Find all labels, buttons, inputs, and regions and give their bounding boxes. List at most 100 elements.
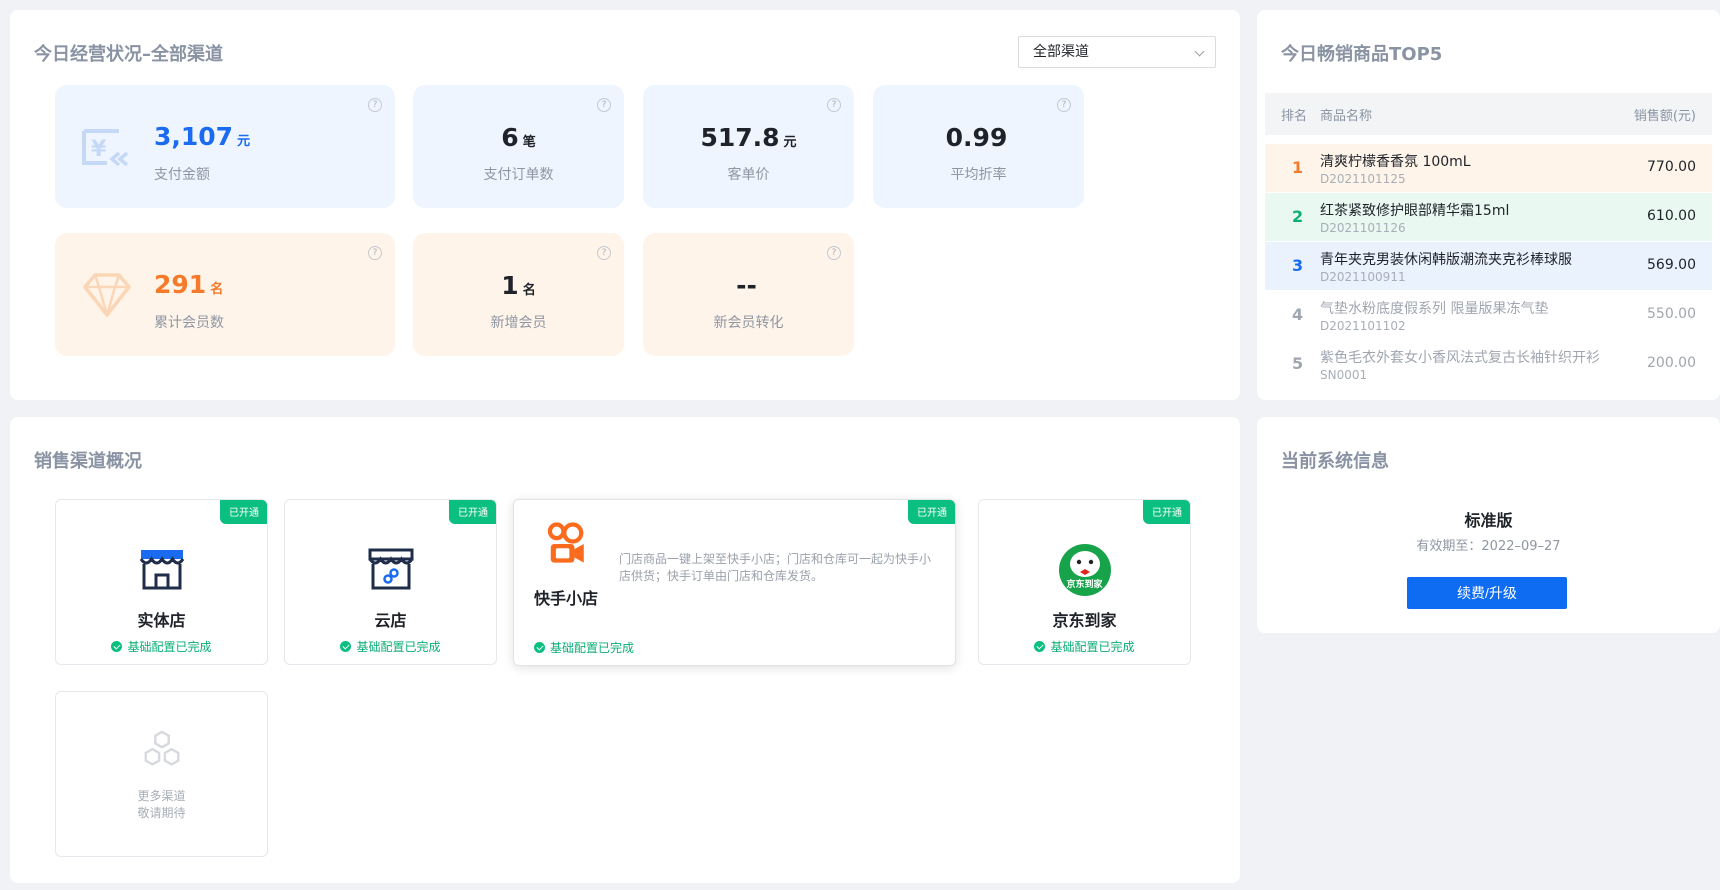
stat-value: 517.8 元	[700, 123, 797, 152]
storefront-icon	[139, 550, 184, 590]
jd-logo-text: 京东到家	[1066, 580, 1103, 590]
stat-card-order-count: 6笔 支付订单数 ?	[413, 85, 624, 208]
stat-value: 1名	[501, 271, 536, 300]
product-code: D2021101126	[1320, 221, 1406, 235]
overview-title: 今日经营状况–全部渠道	[34, 44, 223, 65]
stat-card-payment-amount: ¥ 3,107 元 支付金额 ?	[55, 85, 395, 208]
stat-card-new-member-conversion: -- 新会员转化 ?	[643, 233, 854, 356]
channel-name: 云店	[374, 611, 407, 630]
rank-number: 1	[1292, 158, 1304, 177]
stat-label: 支付订单数	[483, 167, 554, 183]
opened-tag: 已开通	[449, 500, 496, 524]
stat-card-avg-discount: 0.99 平均折率 ?	[873, 85, 1084, 208]
system-title: 当前系统信息	[1281, 451, 1389, 472]
sales-channels-panel: 销售渠道概况 已开通 实体店 基础配置已完成 已开通 云店 基础配置已完成 已开…	[10, 417, 1240, 883]
rank-number: 3	[1292, 256, 1304, 275]
top5-row[interactable]: 5 紫色毛衣外套女小香风法式复古长袖针织开衫 SN0001 200.00	[1265, 340, 1712, 388]
help-icon[interactable]: ?	[597, 98, 611, 112]
top5-row[interactable]: 3 青年夹克男装休闲韩版潮流夹克衫棒球服 D2021100911 569.00	[1265, 242, 1712, 290]
stat-value: 0.99	[945, 123, 1008, 152]
cloud-store-icon	[368, 548, 413, 590]
check-circle-icon	[534, 642, 545, 653]
sales-amount: 200.00	[1647, 355, 1696, 371]
channel-card-more: 更多渠道 敬请期待	[55, 691, 268, 857]
channel-card-physical-store[interactable]: 已开通 实体店 基础配置已完成	[55, 499, 268, 665]
channel-description: 门店商品一键上架至快手小店；门店和仓库可一起为快手小店供货；快手订单由门店和仓库…	[619, 552, 932, 583]
top5-row[interactable]: 4 气垫水粉底度假系列 限量版果冻气垫 D2021101102 550.00	[1265, 291, 1712, 339]
help-icon[interactable]: ?	[368, 246, 382, 260]
business-overview-panel: 今日经营状况–全部渠道 全部渠道 ¥ 3,107 元 支付金额 ? 6笔 支付订单…	[10, 10, 1240, 400]
chevron-down-icon	[1194, 46, 1205, 57]
top5-row[interactable]: 1 清爽柠檬香香氛 100mL D2021101125 770.00	[1265, 144, 1712, 192]
sales-amount: 770.00	[1647, 159, 1696, 175]
expiry-date: 有效期至：2022–09–27	[1416, 539, 1561, 554]
top5-row[interactable]: 2 红茶紧致修护眼部精华霜15ml D2021101126 610.00	[1265, 193, 1712, 241]
payment-money-icon: ¥	[82, 129, 129, 167]
sales-amount: 569.00	[1647, 257, 1696, 273]
product-name: 气垫水粉底度假系列 限量版果冻气垫	[1320, 301, 1549, 317]
more-channels-text: 更多渠道 敬请期待	[56, 788, 267, 822]
diamond-icon	[83, 273, 131, 317]
channels-title: 销售渠道概况	[34, 451, 142, 472]
kuaishou-logo-icon	[547, 522, 584, 563]
opened-tag: 已开通	[1143, 500, 1190, 524]
help-icon[interactable]: ?	[827, 98, 841, 112]
product-code: D2021101125	[1320, 172, 1406, 186]
channel-select[interactable]: 全部渠道	[1018, 36, 1216, 68]
stat-label: 新会员转化	[713, 315, 784, 331]
channel-card-cloud-store[interactable]: 已开通 云店 基础配置已完成	[284, 499, 497, 665]
stat-value: 3,107 元	[154, 122, 251, 151]
product-name: 红茶紧致修护眼部精华霜15ml	[1320, 203, 1510, 219]
stat-label: 支付金额	[154, 167, 210, 183]
top5-table-header: 排名 商品名称 销售额(元)	[1265, 93, 1712, 135]
stat-card-avg-order-price: 517.8 元 客单价 ?	[643, 85, 854, 208]
channel-name: 快手小店	[534, 589, 599, 608]
stat-value: 291 名	[154, 270, 224, 299]
svg-text:¥: ¥	[91, 137, 107, 162]
stat-label: 累计会员数	[154, 315, 224, 331]
check-circle-icon	[340, 641, 352, 652]
rank-number: 5	[1292, 354, 1304, 373]
jd-daojia-logo-icon: 京东到家	[1058, 544, 1111, 596]
config-status: 基础配置已完成	[979, 638, 1190, 655]
rank-number: 4	[1292, 305, 1304, 324]
product-name: 紫色毛衣外套女小香风法式复古长袖针织开衫	[1320, 350, 1600, 366]
help-icon[interactable]: ?	[597, 246, 611, 260]
header-sales-amount: 销售额(元)	[1633, 109, 1696, 124]
check-circle-icon	[1034, 641, 1046, 652]
channel-name: 实体店	[137, 611, 186, 630]
product-code: D2021101102	[1320, 319, 1406, 333]
config-status: 基础配置已完成	[534, 639, 634, 656]
config-status: 基础配置已完成	[56, 638, 267, 655]
top5-title: 今日畅销商品TOP5	[1281, 44, 1443, 65]
check-circle-icon	[111, 641, 123, 652]
hexagon-cluster-icon	[144, 730, 179, 766]
stat-label: 平均折率	[950, 167, 1007, 183]
channel-card-kuaishou[interactable]: 已开通 快手小店 门店商品一键上架至快手小店；门店和仓库可一起为快手小店供货；快…	[513, 499, 956, 666]
more-line-2: 敬请期待	[137, 806, 186, 820]
channel-name: 京东到家	[1052, 611, 1117, 630]
sales-amount: 610.00	[1647, 208, 1696, 224]
header-rank: 排名	[1281, 109, 1308, 124]
product-code: D2021100911	[1320, 270, 1406, 284]
stat-value: 6笔	[501, 123, 536, 152]
more-line-1: 更多渠道	[137, 789, 186, 803]
product-name: 清爽柠檬香香氛 100mL	[1320, 154, 1471, 170]
stat-card-total-members: 291 名 累计会员数 ?	[55, 233, 395, 356]
rank-number: 2	[1292, 207, 1304, 226]
config-status: 基础配置已完成	[285, 638, 496, 655]
help-icon[interactable]: ?	[827, 246, 841, 260]
help-icon[interactable]: ?	[368, 98, 382, 112]
system-info-panel: 当前系统信息 标准版 有效期至：2022–09–27 续费/升级	[1257, 417, 1720, 633]
help-icon[interactable]: ?	[1057, 98, 1071, 112]
opened-tag: 已开通	[220, 500, 267, 524]
opened-tag: 已开通	[908, 500, 955, 524]
renew-upgrade-button[interactable]: 续费/升级	[1407, 577, 1567, 609]
sales-amount: 550.00	[1647, 306, 1696, 322]
product-code: SN0001	[1320, 368, 1368, 382]
channel-select-value: 全部渠道	[1033, 44, 1089, 60]
stat-value: --	[736, 271, 757, 300]
channel-card-jd-daojia[interactable]: 已开通 京东到家 京东到家 基础配置已完成	[978, 499, 1191, 665]
stat-card-new-members: 1名 新增会员 ?	[413, 233, 624, 356]
stat-label: 新增会员	[490, 315, 547, 331]
